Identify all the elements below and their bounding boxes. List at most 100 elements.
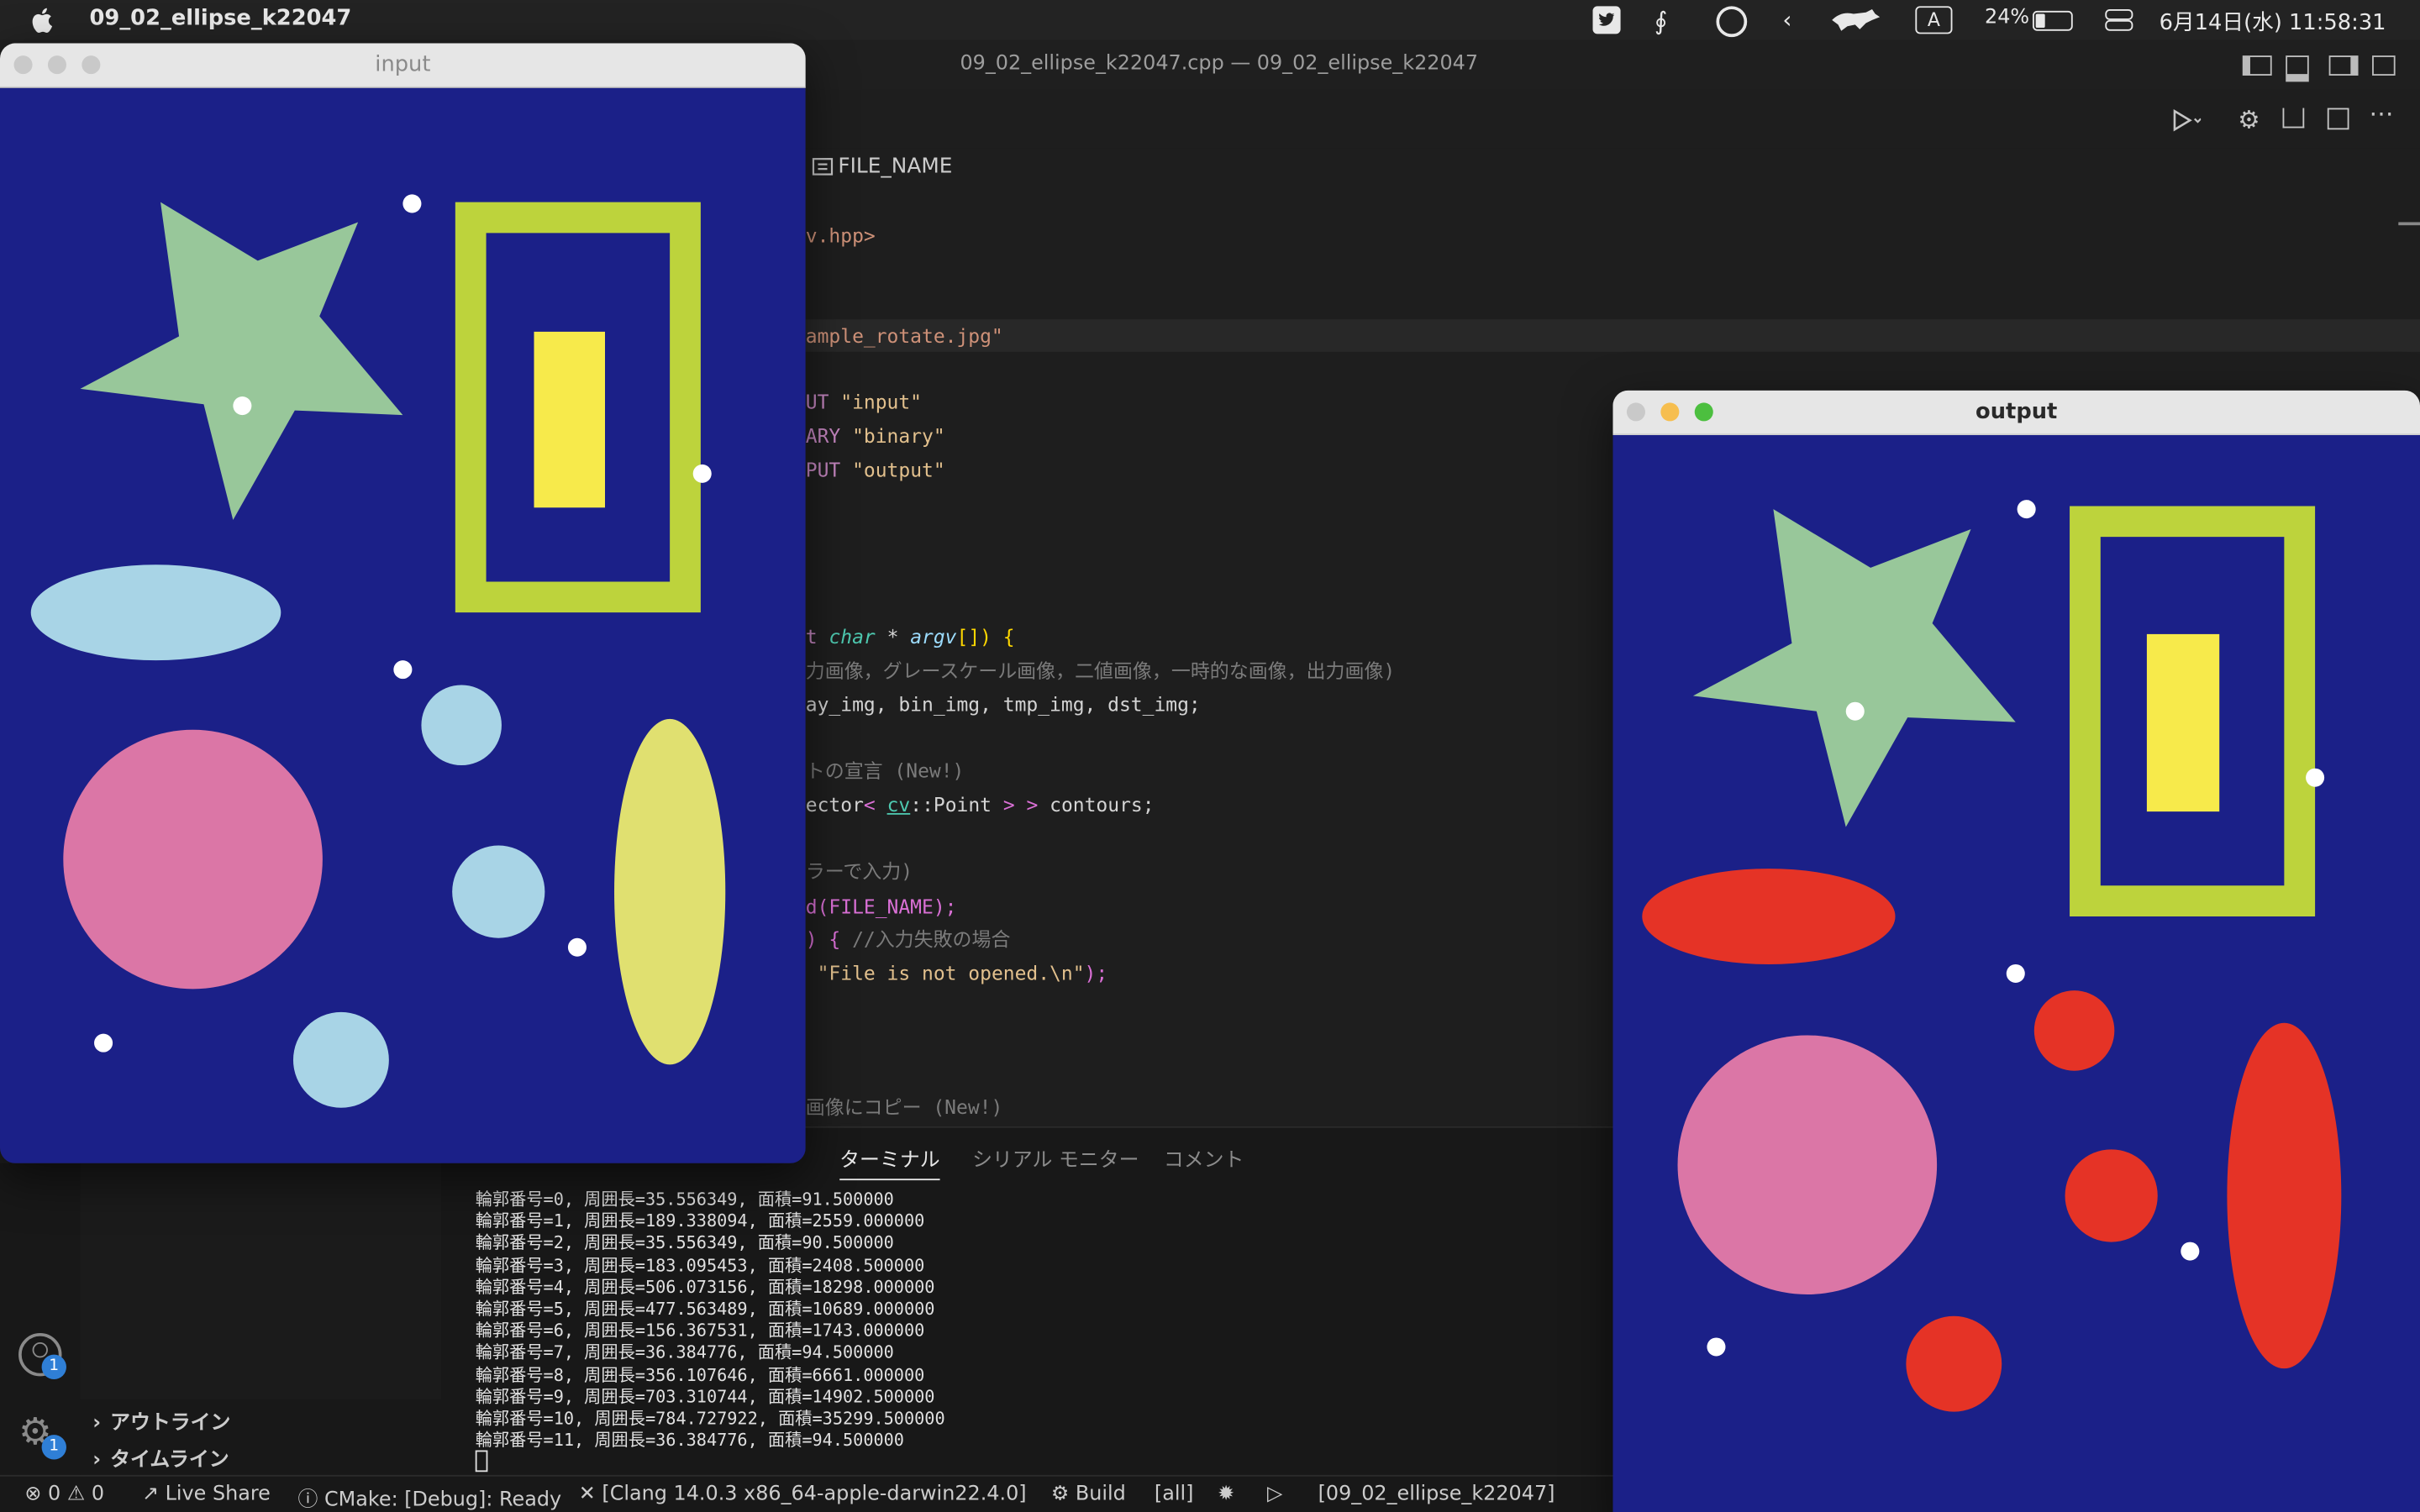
toggle-primary-sidebar-icon[interactable]	[2242, 55, 2272, 76]
timeline-section[interactable]: › タイムライン	[92, 1442, 229, 1473]
vscode-window-title: 09_02_ellipse_k22047.cpp — 09_02_ellipse…	[960, 52, 1479, 76]
small-circle	[2065, 1149, 2158, 1242]
small-circle	[1906, 1315, 2002, 1412]
code-line: ay_img, bin_img, tmp_img, dst_img;	[805, 692, 1201, 717]
tab-serial-monitor[interactable]: シリアル モニター	[972, 1143, 1139, 1173]
battery-icon[interactable]	[2032, 10, 2073, 31]
launch-target[interactable]: [09_02_ellipse_k22047]	[1318, 1483, 1555, 1506]
tab-comments[interactable]: コメント	[1164, 1143, 1244, 1173]
cmake-kit[interactable]: ✕ [Clang 14.0.3 x86_64-apple-darwin22.4.…	[579, 1483, 1027, 1506]
minimize-button[interactable]	[47, 55, 66, 75]
code-line: d(FILE_NAME);	[805, 895, 957, 918]
white-dot	[1707, 1337, 1726, 1357]
output-window-title: output	[1975, 399, 2058, 425]
white-dot	[692, 464, 712, 483]
check-circle-icon[interactable]	[1716, 6, 1748, 38]
terminal-cursor	[475, 1450, 488, 1473]
run-icon[interactable]: ▷	[1267, 1483, 1282, 1506]
output-window-title-bar[interactable]: output	[1612, 390, 2420, 435]
close-button[interactable]	[1626, 402, 1645, 422]
output-window[interactable]: output	[1612, 390, 2420, 1512]
terminal-line: 輪郭番号=0, 周囲長=35.556349, 面積=91.500000	[475, 1189, 894, 1210]
bottom-panel: ターミナル シリアル モニター コメント 輪郭番号=0, 周囲長=35.5563…	[441, 1126, 1615, 1477]
white-dot	[2181, 1242, 2200, 1261]
code-line: t char * argv[]) {	[805, 624, 1015, 648]
menu-bar: 09_02_ellipse_k22047 ∮ ‹ A 24% 6月14日(水) …	[0, 0, 2420, 40]
terminal-line: 輪郭番号=10, 周囲長=784.727922, 面積=35299.500000	[475, 1408, 945, 1429]
toggle-secondary-sidebar-icon[interactable]	[2328, 55, 2359, 76]
code-line: 力画像，グレースケール画像，二値画像，一時的な画像，出力画像)	[805, 659, 1396, 682]
clock[interactable]: 6月14日(水) 11:58:31	[2160, 6, 2386, 37]
download-icon[interactable]	[2282, 108, 2305, 129]
terminal-line: 輪郭番号=2, 周囲長=35.556349, 面積=90.500000	[475, 1233, 894, 1254]
terminal-line: 輪郭番号=5, 周囲長=477.563489, 面積=10689.000000	[475, 1299, 935, 1320]
gear-icon[interactable]: ⚙	[2238, 105, 2260, 134]
inner-rectangle	[2146, 633, 2220, 812]
input-window-title: input	[375, 52, 431, 77]
sidebar-empty-area	[80, 1163, 442, 1399]
white-dot	[2306, 768, 2325, 787]
outline-section[interactable]: › アウトライン	[92, 1405, 230, 1436]
debug-icon[interactable]: ✹	[1218, 1483, 1234, 1506]
white-dot	[1845, 701, 1865, 721]
chevron-left-icon[interactable]: ‹	[1782, 6, 1791, 34]
current-line-highlight	[805, 319, 2420, 352]
white-dot	[567, 937, 587, 957]
more-actions-icon[interactable]: ⋯	[2369, 99, 2393, 129]
input-window[interactable]: input	[0, 43, 806, 1163]
split-editor-icon[interactable]	[2327, 108, 2349, 130]
runcat-icon[interactable]	[1829, 8, 1881, 32]
horizontal-ellipse	[1642, 869, 1896, 964]
build-button[interactable]: ⚙ Build	[1051, 1483, 1126, 1506]
cmake-status[interactable]: ⓘ CMake: [Debug]: Ready	[297, 1483, 561, 1512]
problems-indicator[interactable]: ⊗ 0 ⚠ 0	[24, 1483, 104, 1506]
terminal-output[interactable]: 輪郭番号=0, 周囲長=35.556349, 面積=91.500000 輪郭番号=…	[441, 1189, 1614, 1477]
terminal-line: 輪郭番号=7, 周囲長=36.384776, 面積=94.500000	[475, 1342, 894, 1363]
code-line: PUT "output"	[805, 458, 945, 482]
editor-actions: ⚙ ⋯	[805, 89, 2420, 149]
warning-icon: ⚠	[66, 1483, 86, 1506]
active-app-name[interactable]: 09_02_ellipse_k22047	[90, 6, 352, 30]
customize-layout-icon[interactable]	[2372, 55, 2396, 76]
tab-terminal[interactable]: ターミナル	[839, 1143, 940, 1181]
small-circle	[452, 845, 545, 938]
sidebar: › アウトライン › タイムライン	[80, 1163, 442, 1475]
manage-badge: 1	[41, 1435, 66, 1460]
pink-circle	[1677, 1035, 1938, 1295]
twitter-icon[interactable]	[1592, 6, 1621, 34]
script-icon[interactable]: ∮	[1655, 6, 1667, 35]
input-window-title-bar[interactable]: input	[0, 43, 806, 88]
terminal-line: 輪郭番号=4, 周囲長=506.073156, 面積=18298.000000	[475, 1277, 935, 1298]
zoom-button[interactable]	[82, 55, 101, 75]
info-icon: ⓘ	[297, 1488, 318, 1512]
live-share-button[interactable]: ↗ Live Share	[142, 1483, 271, 1506]
minimize-button[interactable]	[1660, 402, 1680, 422]
pink-circle	[63, 729, 323, 990]
input-image	[0, 87, 806, 1163]
code-line: ) { //入力失敗の場合	[805, 927, 1011, 951]
symbol-constant-icon	[812, 158, 834, 176]
control-center-icon[interactable]	[2105, 9, 2133, 31]
run-debug-icon[interactable]	[2170, 108, 2202, 133]
terminal-line: 輪郭番号=11, 周囲長=36.384776, 面積=94.500000	[475, 1430, 904, 1451]
vertical-ellipse	[614, 718, 726, 1065]
code-line: ラーで入力)	[805, 859, 913, 883]
vertical-ellipse	[2227, 1022, 2342, 1369]
build-target[interactable]: [all]	[1155, 1483, 1194, 1506]
close-button[interactable]	[13, 55, 33, 75]
zoom-button[interactable]	[1694, 402, 1713, 422]
scrollbar-marker	[2398, 222, 2420, 226]
breadcrumb[interactable]: FILE_NAME	[838, 155, 952, 179]
white-dot	[2006, 963, 2025, 984]
toggle-panel-icon[interactable]	[2286, 55, 2309, 82]
white-dot	[2017, 500, 2036, 519]
code-line: ARY "binary"	[805, 424, 945, 448]
gear-icon: ⚙	[1050, 1483, 1070, 1506]
input-source-icon[interactable]: A	[1915, 6, 1953, 34]
accounts-badge: 1	[41, 1354, 66, 1380]
white-dot	[94, 1033, 113, 1053]
code-line: 画像にコピー (New!)	[805, 1095, 1003, 1119]
apple-icon[interactable]	[31, 6, 55, 34]
code-line: v.hpp>	[805, 223, 876, 247]
live-share-icon: ↗	[141, 1483, 160, 1506]
